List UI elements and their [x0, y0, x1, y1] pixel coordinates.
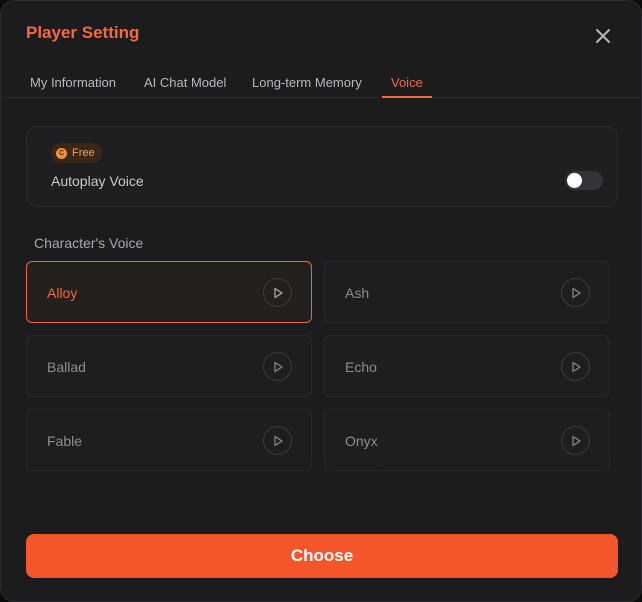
play-icon — [273, 287, 283, 298]
voice-name: Echo — [345, 359, 377, 375]
play-icon — [273, 361, 283, 372]
close-icon — [596, 29, 610, 43]
voice-card-echo[interactable]: Echo — [324, 335, 610, 397]
play-preview-button[interactable] — [561, 278, 590, 307]
voice-name: Onyx — [345, 433, 378, 449]
voice-card-sage[interactable]: Sage — [324, 483, 610, 512]
voice-card-onyx[interactable]: Onyx — [324, 409, 610, 471]
tab-my-information[interactable]: My Information — [30, 75, 116, 90]
coin-icon: C — [56, 147, 67, 159]
voice-name: Nova — [47, 507, 80, 512]
choose-button[interactable]: Choose — [26, 534, 618, 578]
voice-name: Ash — [345, 285, 370, 301]
voice-card-ballad[interactable]: Ballad — [26, 335, 312, 397]
close-button[interactable] — [591, 24, 615, 48]
voice-settings-panel[interactable]: C Free Autoplay Voice Character's Voice … — [26, 98, 618, 512]
player-setting-dialog: Player Setting My Information AI Chat Mo… — [0, 0, 642, 602]
autoplay-card: C Free Autoplay Voice — [26, 126, 618, 207]
tab-bar: My Information AI Chat Model Long-term M… — [1, 67, 641, 98]
play-preview-button[interactable] — [561, 352, 590, 381]
voice-card-ash[interactable]: Ash — [324, 261, 610, 323]
characters-voice-label: Character's Voice — [34, 235, 144, 251]
voice-name: Fable — [47, 433, 83, 449]
play-icon — [571, 287, 581, 298]
autoplay-voice-toggle[interactable] — [565, 171, 603, 190]
free-badge: C Free — [51, 143, 102, 163]
voice-card-nova[interactable]: Nova — [26, 483, 312, 512]
play-preview-button[interactable] — [263, 352, 292, 381]
toggle-knob — [567, 173, 582, 188]
free-badge-label: Free — [72, 147, 95, 159]
play-icon — [273, 435, 283, 446]
tab-voice[interactable]: Voice — [391, 75, 423, 90]
tab-long-term-memory[interactable]: Long-term Memory — [252, 75, 362, 90]
play-preview-button[interactable] — [263, 426, 292, 455]
voice-name: Ballad — [47, 359, 86, 375]
play-icon — [273, 509, 279, 512]
play-preview-button[interactable] — [263, 278, 292, 307]
autoplay-voice-label: Autoplay Voice — [51, 173, 144, 189]
play-icon — [571, 361, 581, 372]
voice-name: Alloy — [47, 285, 78, 301]
tab-ai-chat-model[interactable]: AI Chat Model — [144, 75, 226, 90]
play-preview-button[interactable] — [561, 426, 590, 455]
dialog-title: Player Setting — [26, 23, 140, 42]
play-preview-button[interactable] — [561, 500, 590, 512]
play-icon — [571, 509, 577, 512]
voice-name: Sage — [345, 507, 378, 512]
play-icon — [571, 435, 581, 446]
voice-card-fable[interactable]: Fable — [26, 409, 312, 471]
play-preview-button[interactable] — [263, 500, 292, 512]
voice-card-alloy[interactable]: Alloy — [26, 261, 312, 323]
